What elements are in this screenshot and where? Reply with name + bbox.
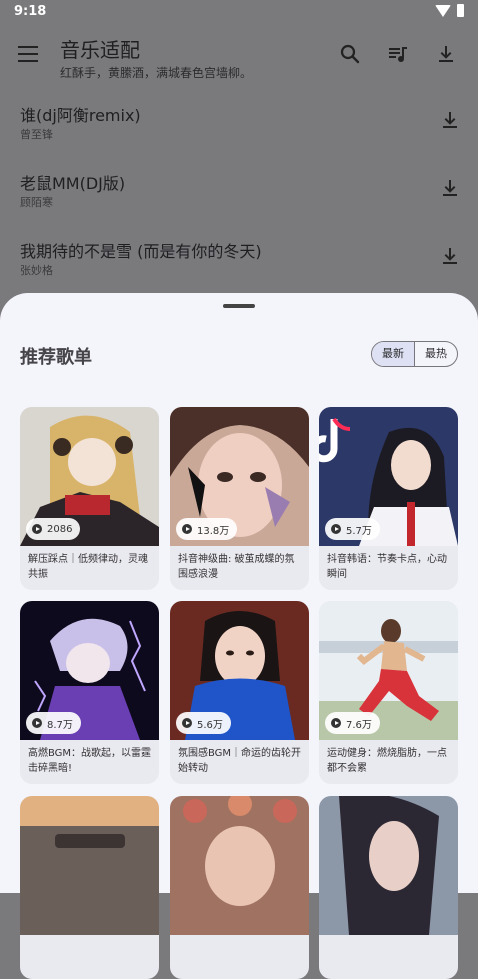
playlist-card[interactable]: 7.6万 运动健身：燃烧脂肪，一点都不会累 <box>319 601 458 784</box>
status-bar: 9:18 <box>0 0 478 24</box>
playlist-card[interactable]: 5.7万 抖音韩语：节奏卡点，心动瞬间 <box>319 407 458 590</box>
playlist-card[interactable]: 13.8万 抖音神级曲: 破茧成蝶的氛围感浪漫 <box>170 407 309 590</box>
play-count-badge: 8.7万 <box>26 712 81 734</box>
play-count-badge: 2086 <box>26 518 81 540</box>
app-subtitle: 红酥手，黄縢酒，满城春色宫墙柳。 <box>60 66 253 80</box>
sort-latest-button[interactable]: 最新 <box>372 342 415 366</box>
song-artist: 顾陌寒 <box>20 196 53 209</box>
song-title: 谁(dj阿衡remix) <box>20 106 141 125</box>
app-bar: 音乐适配 红酥手，黄縢酒，满城春色宫墙柳。 <box>0 24 478 88</box>
playlist-cover <box>20 796 159 935</box>
sheet-title: 推荐歌单 <box>20 347 92 368</box>
playlist-name: 抖音神级曲: 破茧成蝶的氛围感浪漫 <box>178 554 295 580</box>
playlist-card[interactable]: 2086 解压踩点｜低频律动，灵魂共振 <box>20 407 159 590</box>
download-icon[interactable] <box>434 42 458 66</box>
search-icon[interactable] <box>338 42 362 66</box>
playlist-card[interactable] <box>319 796 458 979</box>
download-icon[interactable] <box>438 176 462 200</box>
play-count-badge: 7.6万 <box>325 712 380 734</box>
menu-icon[interactable] <box>18 46 38 62</box>
download-icon[interactable] <box>438 244 462 268</box>
download-icon[interactable] <box>438 108 462 132</box>
play-icon <box>32 718 42 728</box>
playlist-card[interactable]: 5.6万 氛围感BGM｜命运的齿轮开始转动 <box>170 601 309 784</box>
playlist-card[interactable] <box>170 796 309 979</box>
song-title: 我期待的不是雪 (而是有你的冬天) <box>20 242 262 261</box>
play-count: 5.6万 <box>197 719 223 731</box>
battery-icon <box>457 4 464 17</box>
play-count-badge: 5.7万 <box>325 518 380 540</box>
play-count: 8.7万 <box>47 719 73 731</box>
song-list: 谁(dj阿衡remix) 曾至锋 老鼠MM(DJ版) 顾陌寒 我期待的不是雪 (… <box>0 88 478 292</box>
playlist-card[interactable] <box>20 796 159 979</box>
playlist-cover <box>319 796 458 935</box>
play-count: 7.6万 <box>346 719 372 731</box>
playlist-name: 氛围感BGM｜命运的齿轮开始转动 <box>178 748 302 774</box>
playlist-card[interactable]: 8.7万 高燃BGM：战歌起，以雷霆击碎黑暗! <box>20 601 159 784</box>
recommend-sheet: 推荐歌单 最新 最热 2086 解压踩点｜低频律动，灵魂共振 13.8万 抖音神… <box>0 293 478 979</box>
wifi-icon <box>435 4 451 17</box>
playlist-name: 解压踩点｜低频律动，灵魂共振 <box>28 554 148 580</box>
song-artist: 曾至锋 <box>20 128 53 141</box>
playlist-cover <box>170 796 309 935</box>
play-icon <box>182 524 192 534</box>
song-row[interactable]: 我期待的不是雪 (而是有你的冬天) 张妙格 <box>0 224 478 292</box>
play-icon <box>182 718 192 728</box>
playlist-name: 抖音韩语：节奏卡点，心动瞬间 <box>327 554 447 580</box>
status-time: 9:18 <box>14 4 47 19</box>
play-count: 13.8万 <box>197 525 230 537</box>
play-icon <box>331 524 341 534</box>
playlist-name: 高燃BGM：战歌起，以雷霆击碎黑暗! <box>28 748 152 774</box>
playlist-name: 运动健身：燃烧脂肪，一点都不会累 <box>327 748 447 774</box>
sort-toggle: 最新 最热 <box>371 341 458 367</box>
playlist-icon[interactable] <box>386 42 410 66</box>
play-count: 2086 <box>47 523 73 535</box>
play-icon <box>331 718 341 728</box>
play-icon <box>32 524 42 534</box>
song-row[interactable]: 老鼠MM(DJ版) 顾陌寒 <box>0 156 478 224</box>
sort-hottest-button[interactable]: 最热 <box>415 342 457 366</box>
play-count-badge: 5.6万 <box>176 712 231 734</box>
app-title: 音乐适配 <box>60 38 140 62</box>
drag-handle[interactable] <box>223 304 255 308</box>
song-artist: 张妙格 <box>20 264 53 277</box>
song-row[interactable]: 谁(dj阿衡remix) 曾至锋 <box>0 88 478 156</box>
song-title: 老鼠MM(DJ版) <box>20 174 126 193</box>
play-count: 5.7万 <box>346 525 372 537</box>
play-count-badge: 13.8万 <box>176 518 238 540</box>
